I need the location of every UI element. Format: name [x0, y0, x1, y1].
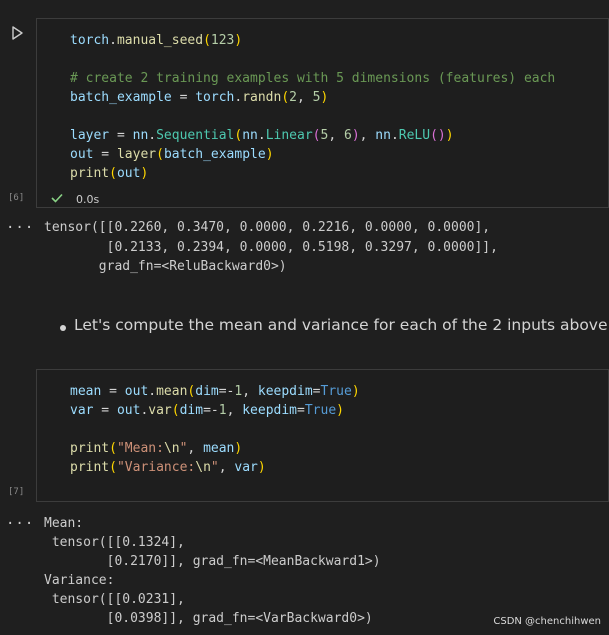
code-line-4: layer = nn.Sequential(nn.Linear(5, 6), n…	[70, 128, 454, 143]
output-1-line-1: tensor([[0.2260, 0.3470, 0.0000, 0.2216,…	[44, 220, 491, 235]
run-cell-icon[interactable]	[10, 26, 24, 40]
execution-count-2: [7]	[8, 487, 25, 497]
execution-time: 0.0s	[76, 193, 100, 206]
code-line-1: torch.manual_seed(123)	[70, 33, 243, 48]
output-menu-icon[interactable]: ...	[6, 216, 34, 232]
watermark: CSDN @chenchihwen	[493, 616, 601, 627]
code-line-6: print(out)	[70, 166, 149, 181]
markdown-text: Let's compute the mean and variance for …	[74, 316, 609, 334]
code-line-3: print("Mean:\n", mean)	[70, 441, 243, 456]
output-1-line-2: [0.2133, 0.2394, 0.0000, 0.5198, 0.3297,…	[44, 240, 498, 255]
success-check-icon	[51, 193, 63, 203]
output-1-line-3: grad_fn=<ReluBackward0>)	[44, 259, 287, 274]
output-2-line-5: tensor([[0.0231],	[44, 592, 185, 607]
output-menu-icon[interactable]: ...	[6, 512, 34, 528]
code-line-1: mean = out.mean(dim=-1, keepdim=True)	[70, 384, 360, 399]
output-2-line-2: tensor([[0.1324],	[44, 535, 185, 550]
code-line-4: print("Variance:\n", var)	[70, 460, 266, 475]
execution-count-1: [6]	[8, 193, 25, 203]
bullet-point	[60, 325, 66, 331]
output-2-line-1: Mean:	[44, 516, 84, 531]
code-line-5: out = layer(batch_example)	[70, 147, 274, 162]
output-2-line-6: [0.0398]], grad_fn=<VarBackward0>)	[44, 611, 373, 626]
code-cell-1[interactable]: torch.manual_seed(123) # create 2 traini…	[36, 18, 609, 208]
output-2-line-4: Variance:	[44, 573, 115, 588]
code-line-3: batch_example = torch.randn(2, 5)	[70, 90, 329, 105]
code-cell-2[interactable]: mean = out.mean(dim=-1, keepdim=True) va…	[36, 369, 609, 502]
code-comment: # create 2 training examples with 5 dime…	[70, 71, 556, 86]
output-2-line-3: [0.2170]], grad_fn=<MeanBackward1>)	[44, 554, 381, 569]
code-line-2: var = out.var(dim=-1, keepdim=True)	[70, 403, 344, 418]
